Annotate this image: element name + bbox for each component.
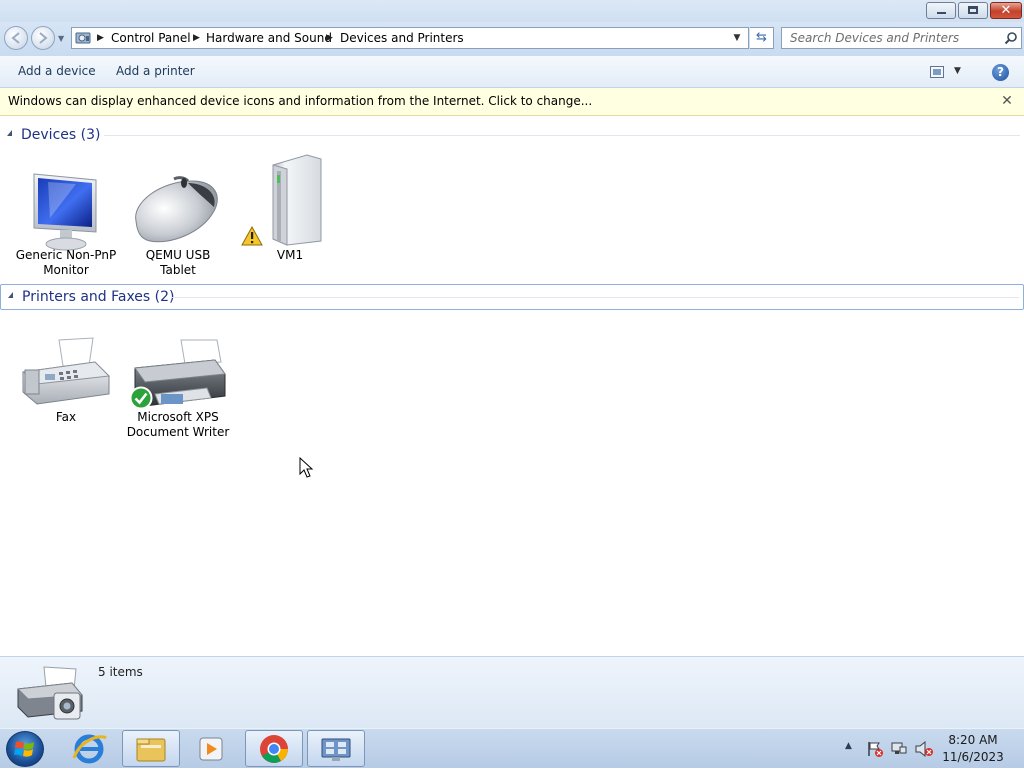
collapse-triangle-icon[interactable] (8, 292, 13, 298)
taskbar: ▲ 8:20 AM 11/6/2023 (0, 728, 1024, 768)
devices-and-printers-icon (16, 666, 84, 720)
search-input[interactable] (782, 28, 1005, 48)
taskbar-internet-explorer[interactable] (60, 730, 118, 767)
windows-logo-icon (14, 741, 34, 757)
device-label: Tablet (160, 263, 196, 277)
group-divider (104, 135, 1020, 136)
address-bar[interactable]: ▶ Control Panel ▶ Hardware and Sound ▶ D… (71, 27, 749, 49)
help-icon[interactable]: ? (992, 64, 1009, 81)
printer-fax[interactable]: Fax (11, 330, 121, 430)
control-panel-icon (75, 32, 91, 44)
item-count: 5 items (98, 665, 143, 679)
monitor-icon (33, 173, 97, 251)
clock-date[interactable]: 11/6/2023 (938, 750, 1008, 764)
breadcrumb-separator[interactable]: ▶ (326, 28, 333, 48)
refresh-icon: ⇆ (756, 30, 767, 45)
taskbar-chrome[interactable] (245, 730, 303, 767)
collapse-triangle-icon[interactable] (7, 130, 12, 136)
add-device-button[interactable]: Add a device (18, 56, 96, 87)
refresh-button[interactable]: ⇆ (750, 27, 774, 49)
close-button[interactable]: ✕ (990, 2, 1022, 19)
address-history-dropdown[interactable]: ▼ (729, 28, 745, 48)
device-vm1[interactable]: VM1 (235, 150, 345, 266)
clock-time[interactable]: 8:20 AM (938, 733, 1008, 747)
start-button[interactable] (6, 731, 44, 767)
back-button[interactable] (4, 26, 28, 50)
recent-pages-dropdown[interactable]: ▼ (58, 34, 68, 44)
taskbar-devices-and-printers[interactable] (307, 730, 365, 767)
volume-muted-icon[interactable] (914, 740, 934, 758)
device-label: Monitor (43, 263, 89, 277)
devices-printers-icon (321, 738, 351, 761)
minimize-button[interactable] (926, 2, 956, 19)
device-label: Generic Non-PnP (15, 248, 117, 262)
device-qemu-usb-tablet[interactable]: QEMU USB Tablet (123, 165, 233, 281)
restore-button[interactable] (958, 2, 988, 19)
breadcrumb-separator[interactable]: ▶ (97, 28, 104, 48)
printers-group-title: Printers and Faxes (2) (22, 289, 175, 305)
search-icon[interactable] (1004, 31, 1018, 45)
fax-icon (21, 337, 111, 405)
network-icon[interactable] (890, 740, 908, 758)
breadcrumb-separator[interactable]: ▶ (193, 28, 200, 48)
devices-group-title: Devices (3) (21, 127, 101, 143)
view-options-dropdown[interactable]: ▼ (954, 66, 961, 76)
warning-icon (241, 226, 263, 246)
details-pane: 5 items (0, 656, 1024, 728)
restore-icon (968, 6, 978, 14)
file-explorer-icon (136, 738, 166, 762)
info-bar-message[interactable]: Windows can display enhanced device icon… (8, 88, 592, 115)
chrome-icon (260, 735, 288, 763)
internet-explorer-icon (72, 734, 107, 764)
device-label: VM1 (276, 248, 304, 262)
add-printer-button[interactable]: Add a printer (116, 56, 195, 87)
device-generic-monitor[interactable]: Generic Non-PnP Monitor (11, 165, 121, 281)
printers-group-header[interactable]: Printers and Faxes (2) (0, 284, 1024, 310)
default-printer-check-icon (129, 386, 153, 410)
device-label: QEMU USB (145, 248, 211, 262)
devices-group-header[interactable]: Devices (3) (0, 122, 1024, 148)
printer-label: Document Writer (126, 425, 230, 439)
back-arrow-icon (11, 32, 20, 44)
printer-label: Microsoft XPS (137, 410, 219, 424)
mouse-icon (135, 176, 218, 243)
media-player-icon (199, 737, 223, 761)
mouse-cursor-icon (299, 457, 314, 478)
group-divider (171, 297, 1019, 298)
taskbar-media-player[interactable] (182, 730, 240, 767)
taskbar-file-explorer[interactable] (122, 730, 180, 767)
printer-label: Fax (55, 410, 77, 424)
computer-tower-icon (272, 154, 322, 246)
breadcrumb-hardware-and-sound[interactable]: Hardware and Sound (206, 28, 332, 48)
action-center-flag-icon[interactable] (866, 740, 884, 758)
breadcrumb-control-panel[interactable]: Control Panel (111, 28, 191, 48)
minimize-icon (937, 12, 946, 14)
title-bar (0, 0, 1024, 22)
info-bar-close-icon[interactable]: ✕ (1000, 88, 1014, 115)
breadcrumb-devices-and-printers[interactable]: Devices and Printers (340, 28, 464, 48)
show-hidden-icons-button[interactable]: ▲ (845, 741, 852, 751)
forward-arrow-icon (39, 32, 48, 44)
printer-microsoft-xps-document-writer[interactable]: Microsoft XPS Document Writer (123, 330, 233, 446)
change-view-icon[interactable] (930, 66, 944, 78)
search-box[interactable] (781, 27, 1022, 49)
close-icon: ✕ (1000, 3, 1012, 18)
info-bar[interactable]: Windows can display enhanced device icon… (0, 88, 1024, 116)
forward-button[interactable] (31, 26, 55, 50)
